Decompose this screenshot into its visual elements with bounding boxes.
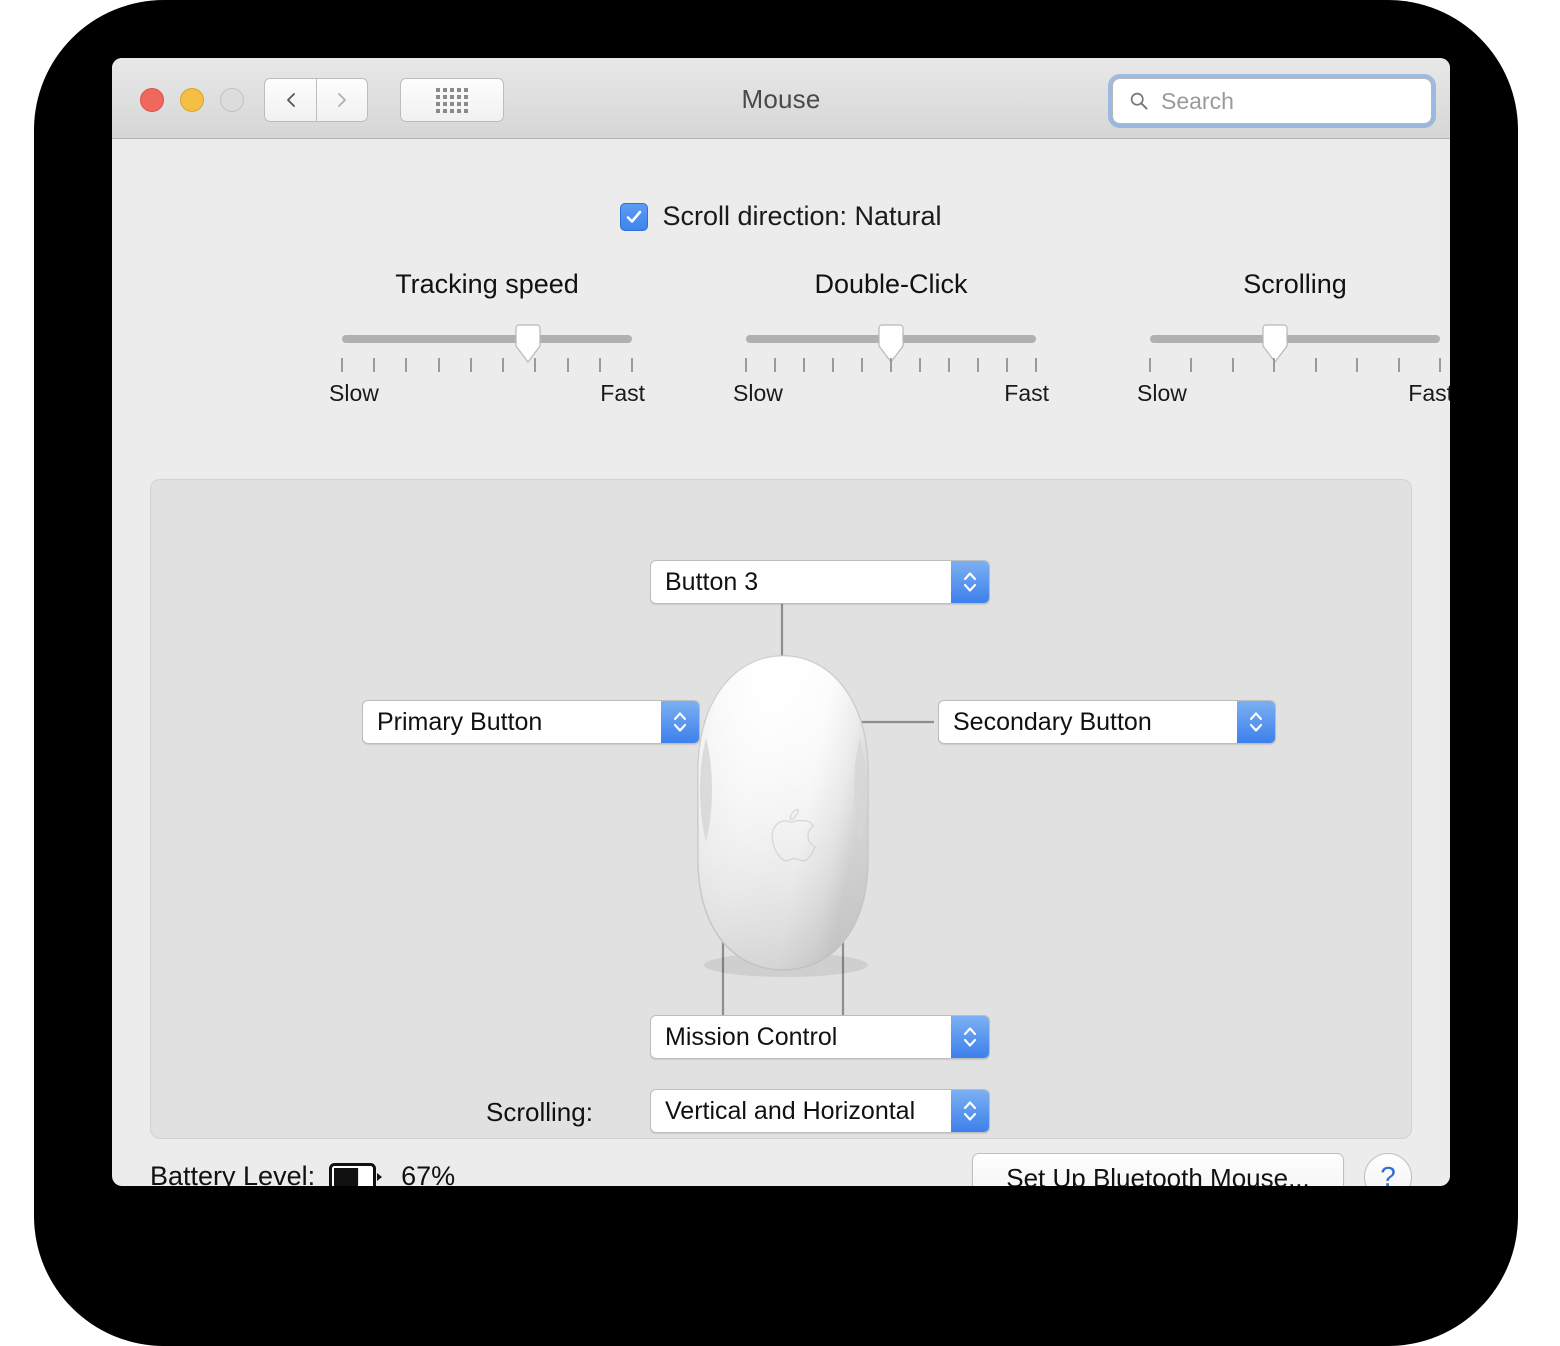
side-buttons-value: Mission Control — [665, 1022, 838, 1051]
slider-tick — [598, 358, 601, 372]
scrolling-mode-popup[interactable]: Vertical and Horizontal — [650, 1089, 990, 1133]
tracking-speed-ticks — [341, 356, 633, 374]
primary-button-value: Primary Button — [377, 707, 543, 736]
system-preferences-window: Mouse Scroll direction: Natural Tracking… — [112, 58, 1450, 1186]
secondary-button-popup[interactable]: Secondary Button — [938, 700, 1276, 744]
slider-min-label: Slow — [329, 380, 379, 406]
slider-min-label: Slow — [733, 380, 783, 406]
slider-tick — [832, 358, 834, 372]
tracking-speed-endlabels: Slow Fast — [329, 380, 645, 407]
slider-tick — [502, 358, 505, 372]
slider-tick — [1314, 358, 1317, 372]
slider-tick — [1231, 358, 1234, 372]
slider-tick — [774, 358, 776, 372]
setup-bluetooth-mouse-button[interactable]: Set Up Bluetooth Mouse... — [972, 1153, 1344, 1186]
double-click-title: Double-Click — [814, 269, 968, 299]
slider-tick — [469, 358, 472, 372]
slider-tick — [1190, 358, 1193, 372]
scrolling-speed-ticks — [1149, 356, 1441, 374]
window-titlebar: Mouse — [112, 58, 1450, 139]
scrolling-speed-slider-block: Scrolling Slow Fast — [1125, 269, 1450, 407]
chevron-updown-icon[interactable] — [661, 701, 699, 743]
slider-track — [342, 335, 632, 343]
slider-track — [1150, 335, 1440, 343]
search-input[interactable] — [1159, 86, 1413, 116]
slider-tick — [861, 358, 863, 372]
checkmark-icon — [627, 210, 642, 223]
scroll-direction-checkbox[interactable] — [620, 202, 649, 231]
slider-tick — [405, 358, 408, 372]
chevron-updown-icon[interactable] — [951, 1016, 989, 1058]
updown-arrows-icon — [963, 1101, 977, 1121]
secondary-button-value: Secondary Button — [953, 707, 1152, 736]
slider-tick — [1035, 358, 1037, 372]
slider-tick — [1356, 358, 1359, 372]
slider-tick — [341, 358, 343, 372]
help-icon: ? — [1380, 1161, 1396, 1186]
scroll-direction-label: Scroll direction: Natural — [662, 201, 942, 231]
side-buttons-popup[interactable]: Mission Control — [650, 1015, 990, 1059]
battery-label: Battery Level: — [150, 1161, 316, 1186]
slider-tick — [1439, 358, 1441, 372]
slider-tick — [373, 358, 376, 372]
slider-tick — [1006, 358, 1008, 372]
button-3-popup[interactable]: Button 3 — [650, 560, 990, 604]
setup-button-label: Set Up Bluetooth Mouse... — [1006, 1162, 1310, 1187]
scrolling-field-label: Scrolling: — [486, 1097, 593, 1127]
primary-button-popup[interactable]: Primary Button — [362, 700, 700, 744]
tracking-speed-slider[interactable] — [342, 324, 632, 363]
mouse-button-config-group: Button 3 Primary Button Secondary Button… — [150, 479, 1412, 1139]
chevron-updown-icon[interactable] — [1237, 701, 1275, 743]
scrolling-speed-endlabels: Slow Fast — [1137, 380, 1450, 407]
updown-arrows-icon — [673, 712, 687, 732]
slider-max-label: Fast — [1408, 380, 1450, 406]
slider-tick — [1273, 358, 1276, 372]
slider-max-label: Fast — [1004, 380, 1049, 406]
search-field[interactable] — [1112, 78, 1432, 124]
chevron-updown-icon[interactable] — [951, 561, 989, 603]
help-button[interactable]: ? — [1364, 1153, 1412, 1186]
scrolling-mode-value: Vertical and Horizontal — [665, 1096, 916, 1125]
mouse-illustration — [697, 655, 869, 977]
updown-arrows-icon — [963, 572, 977, 592]
slider-tick — [631, 358, 633, 372]
preferences-content: Scroll direction: Natural Tracking speed… — [112, 139, 1450, 1186]
slider-tick — [437, 358, 440, 372]
slider-tick — [803, 358, 805, 372]
slider-tick — [890, 358, 892, 372]
slider-tick — [534, 358, 537, 372]
double-click-ticks — [745, 356, 1037, 374]
slider-max-label: Fast — [600, 380, 645, 406]
updown-arrows-icon — [1249, 712, 1263, 732]
chevron-updown-icon[interactable] — [951, 1090, 989, 1132]
battery-status: Battery Level: 67% — [150, 1161, 455, 1186]
slider-tick — [1397, 358, 1400, 372]
search-icon — [1130, 92, 1148, 110]
double-click-slider[interactable] — [746, 324, 1036, 363]
slider-tick — [1149, 358, 1151, 372]
slider-tick — [948, 358, 950, 372]
scroll-direction-row[interactable]: Scroll direction: Natural — [112, 201, 1450, 232]
button-3-value: Button 3 — [665, 567, 759, 596]
battery-percent: 67% — [401, 1161, 456, 1186]
slider-tick — [977, 358, 979, 372]
slider-tick — [566, 358, 569, 372]
scrolling-speed-slider[interactable] — [1150, 324, 1440, 363]
tracking-speed-slider-block: Tracking speed Slow Fast — [317, 269, 657, 407]
updown-arrows-icon — [963, 1027, 977, 1047]
slider-tick — [919, 358, 921, 372]
double-click-slider-block: Double-Click Slow Fast — [721, 269, 1061, 407]
tracking-speed-title: Tracking speed — [395, 269, 579, 299]
slider-min-label: Slow — [1137, 380, 1187, 406]
double-click-endlabels: Slow Fast — [733, 380, 1049, 407]
slider-tick — [745, 358, 747, 372]
scrolling-speed-title: Scrolling — [1243, 269, 1347, 299]
battery-icon — [329, 1162, 383, 1186]
